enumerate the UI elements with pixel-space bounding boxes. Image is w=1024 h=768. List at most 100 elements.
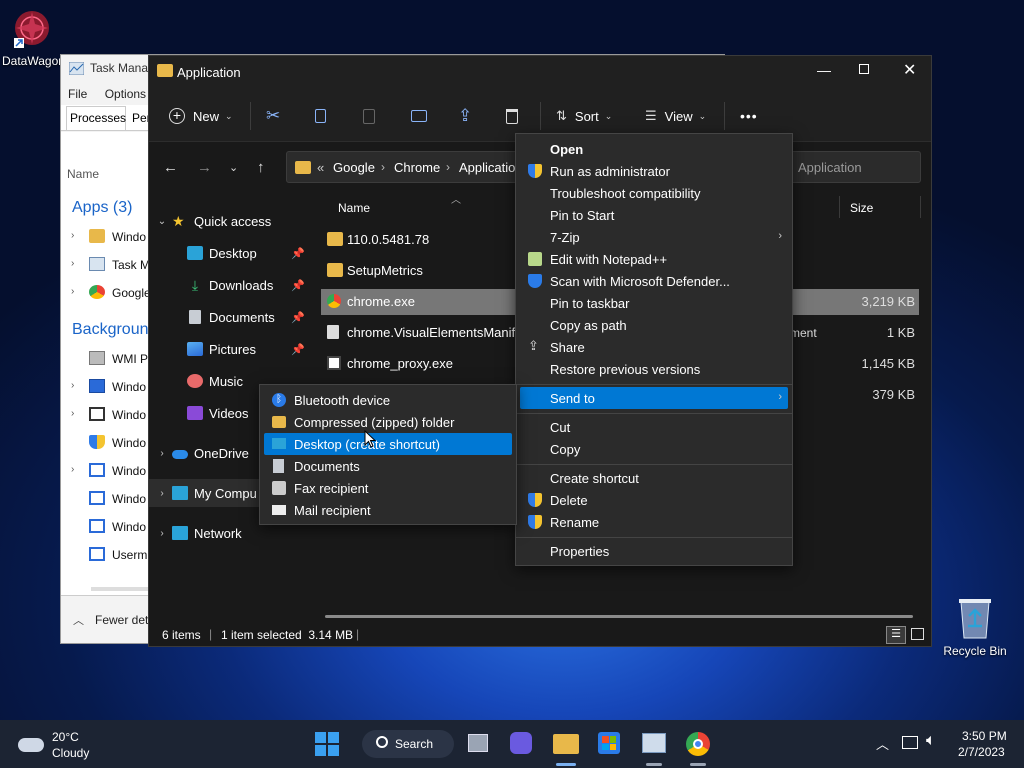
delete-icon[interactable] (506, 104, 518, 128)
process-row[interactable]: Userm (61, 541, 151, 569)
large-icons-view-icon[interactable] (911, 628, 924, 640)
breadcrumb-overflow[interactable]: « (317, 160, 324, 175)
column-header-name[interactable]: Name (67, 167, 99, 181)
rename-icon[interactable] (411, 104, 427, 128)
file-explorer-taskbar-icon[interactable] (553, 734, 579, 754)
share-icon[interactable]: ⇪ (458, 104, 472, 128)
menu-item-pin-taskbar[interactable]: Pin to taskbar (520, 292, 788, 314)
menu-file[interactable]: File (68, 87, 87, 101)
task-manager-taskbar-icon[interactable] (642, 733, 666, 753)
process-row[interactable]: WMI P (61, 345, 151, 373)
menu-item-notepadpp[interactable]: Edit with Notepad++ (520, 248, 788, 270)
close-button[interactable]: ✕ (903, 60, 916, 80)
nav-onedrive[interactable]: › OneDrive (152, 439, 249, 467)
breadcrumb-chrome[interactable]: Chrome (394, 160, 440, 175)
process-row[interactable]: Windo (61, 485, 151, 513)
desktop-icon-datawagon[interactable]: DataWagon (2, 8, 65, 68)
process-row[interactable]: › Windo (61, 223, 151, 251)
nav-desktop[interactable]: Desktop (187, 239, 257, 267)
pin-icon[interactable]: 📌 (291, 247, 305, 260)
menu-item-copy[interactable]: Copy (520, 438, 788, 460)
pin-icon[interactable]: 📌 (291, 343, 305, 356)
nav-pictures[interactable]: Pictures (187, 335, 256, 363)
sendto-zip[interactable]: Compressed (zipped) folder (264, 411, 512, 433)
chevron-up-icon[interactable]: ︿ (73, 612, 84, 628)
column-header-size[interactable]: Size (850, 201, 873, 215)
clock-time[interactable]: 3:50 PM (962, 729, 1007, 743)
menu-item-troubleshoot[interactable]: Troubleshoot compatibility (520, 182, 788, 204)
title-bar[interactable]: Application — ✕ (149, 56, 931, 88)
process-row[interactable]: › Windo (61, 373, 151, 401)
pin-icon[interactable]: 📌 (291, 311, 305, 324)
nav-downloads[interactable]: ⤓ Downloads (187, 271, 273, 299)
menu-item-share[interactable]: ⇪ Share (520, 336, 788, 358)
menu-item-properties[interactable]: Properties (520, 540, 788, 562)
more-options-button[interactable]: ••• (740, 104, 758, 128)
new-button[interactable]: + New ⌄ (169, 104, 233, 128)
nav-music[interactable]: Music (187, 367, 243, 395)
desktop-icon-recycle-bin[interactable]: Recycle Bin (940, 596, 1010, 658)
menu-item-pin-start[interactable]: Pin to Start (520, 204, 788, 226)
process-row[interactable]: Windo (61, 513, 151, 541)
network-icon[interactable] (902, 736, 918, 749)
search-button[interactable]: Search (362, 730, 454, 758)
volume-icon[interactable]: 🔈︎ (926, 732, 936, 750)
menu-item-copy-path[interactable]: Copy as path (520, 314, 788, 336)
tab-processes[interactable]: Processes (66, 106, 126, 130)
nav-documents[interactable]: Documents (187, 303, 275, 331)
menu-item-restore-versions[interactable]: Restore previous versions (520, 358, 788, 380)
chevron-up-icon[interactable]: ︿ (876, 734, 889, 753)
view-button[interactable]: ☰ View ⌄ (645, 104, 706, 128)
nav-network[interactable]: › Network (152, 519, 241, 547)
start-button[interactable] (315, 732, 339, 756)
menu-item-send-to[interactable]: Send to › (520, 387, 788, 409)
sendto-desktop[interactable]: Desktop (create shortcut) (264, 433, 512, 455)
back-button[interactable]: ← (163, 159, 178, 176)
sendto-bluetooth[interactable]: ᛒ Bluetooth device (264, 389, 512, 411)
minimize-button[interactable]: — (817, 62, 831, 78)
process-row[interactable]: Windo (61, 429, 151, 457)
fewer-details-link[interactable]: Fewer deta (95, 613, 155, 627)
process-row[interactable]: › Google (61, 279, 151, 307)
store-icon[interactable] (598, 732, 620, 754)
nav-videos[interactable]: Videos (187, 399, 249, 427)
process-row[interactable]: › Task M (61, 251, 151, 279)
menu-item-run-as-admin[interactable]: Run as administrator (520, 160, 788, 182)
menu-item-delete[interactable]: Delete (520, 489, 788, 511)
copy-icon[interactable] (315, 104, 326, 128)
weather-widget[interactable]: 20°C Cloudy (16, 728, 106, 762)
process-row[interactable]: › Windo (61, 457, 151, 485)
paste-icon[interactable] (363, 104, 375, 128)
nav-quick-access[interactable]: ⌄ ★ Quick access (152, 207, 272, 235)
horizontal-scrollbar[interactable] (325, 615, 913, 618)
chat-icon[interactable] (510, 732, 532, 754)
menu-item-create-shortcut[interactable]: Create shortcut (520, 467, 788, 489)
maximize-button[interactable] (859, 64, 869, 74)
sendto-documents[interactable]: Documents (264, 455, 512, 477)
up-button[interactable]: ↑ (257, 159, 265, 176)
mouse-cursor-icon (364, 430, 376, 448)
menu-item-open[interactable]: Open (520, 138, 788, 160)
recent-locations-button[interactable]: ⌄ (229, 161, 238, 174)
clock-date[interactable]: 2/7/2023 (958, 745, 1005, 759)
task-view-icon[interactable] (468, 734, 488, 752)
menu-item-7zip[interactable]: 7-Zip › (520, 226, 788, 248)
menu-item-rename[interactable]: Rename (520, 511, 788, 533)
forward-button[interactable]: → (197, 159, 212, 176)
sendto-fax[interactable]: Fax recipient (264, 477, 512, 499)
process-row[interactable]: › Windo (61, 401, 151, 429)
cut-icon[interactable]: ✂ (266, 104, 280, 128)
menu-item-defender[interactable]: Scan with Microsoft Defender... (520, 270, 788, 292)
pin-icon[interactable]: 📌 (291, 279, 305, 292)
menu-item-cut[interactable]: Cut (520, 416, 788, 438)
menu-options[interactable]: Options (105, 87, 146, 101)
details-view-icon[interactable]: ☰ (886, 626, 906, 644)
sort-button[interactable]: ⇅ Sort ⌄ (556, 104, 612, 128)
column-header-name[interactable]: Name (338, 201, 370, 215)
breadcrumb-google[interactable]: Google (333, 160, 375, 175)
sendto-mail[interactable]: Mail recipient (264, 499, 512, 521)
search-input[interactable]: Application (785, 151, 921, 183)
chrome-taskbar-icon[interactable] (686, 732, 710, 756)
breadcrumb-application[interactable]: Application (459, 160, 523, 175)
nav-my-computer[interactable]: › My Compu (152, 479, 257, 507)
